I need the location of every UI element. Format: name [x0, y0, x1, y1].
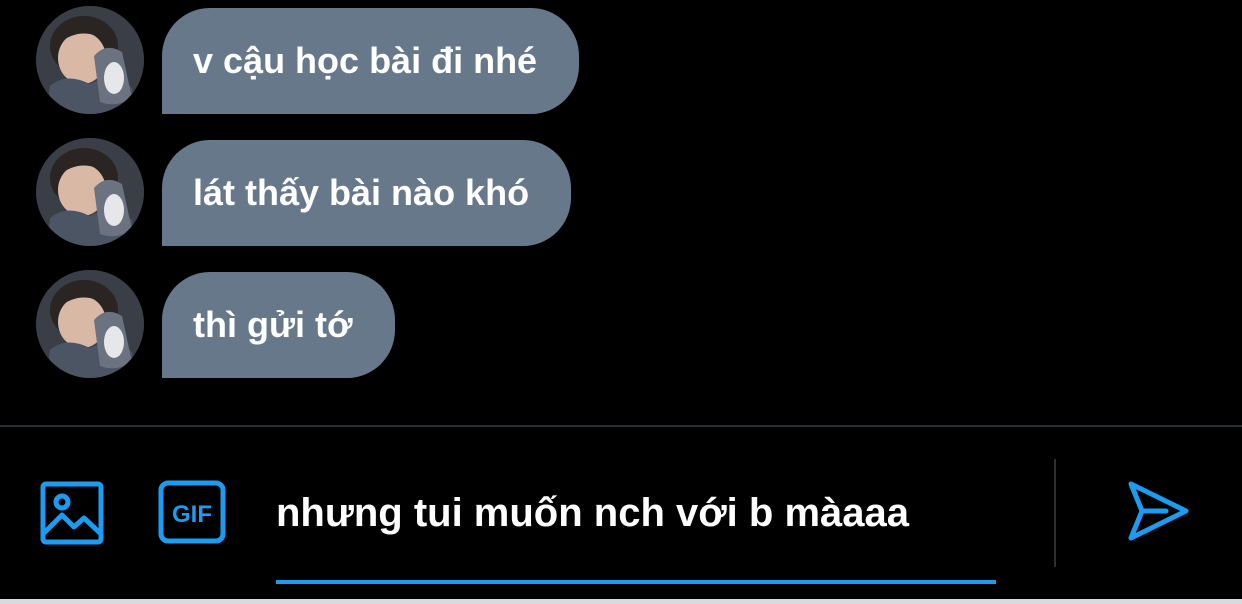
message-bubble[interactable]: thì gửi tớ — [162, 272, 395, 378]
avatar-photo — [36, 138, 144, 246]
avatar[interactable] — [36, 6, 144, 114]
message-bubble[interactable]: lát thấy bài nào khó — [162, 140, 572, 246]
bottom-edge — [0, 599, 1242, 604]
send-icon — [1128, 481, 1189, 541]
avatar-photo — [36, 270, 144, 378]
message-input[interactable]: nhưng tui muốn nch với b màaaa — [276, 477, 996, 549]
message-bubble[interactable]: v cậu học bài đi nhé — [162, 8, 580, 114]
avatar-photo — [36, 6, 144, 114]
add-media-button[interactable] — [40, 481, 104, 545]
message-row: v cậu học bài đi nhé — [0, 6, 1242, 114]
message-row: thì gửi tớ — [0, 270, 1242, 378]
avatar[interactable] — [36, 270, 144, 378]
message-thread: v cậu học bài đi nhé lát thấy bài nào kh… — [0, 0, 1242, 424]
image-icon — [40, 481, 104, 545]
message-row: lát thấy bài nào khó — [0, 138, 1242, 246]
message-composer: GIF nhưng tui muốn nch với b màaaa — [0, 427, 1242, 599]
gif-icon: GIF — [158, 480, 226, 544]
avatar[interactable] — [36, 138, 144, 246]
add-gif-button[interactable]: GIF — [158, 480, 226, 544]
send-separator — [1054, 459, 1056, 567]
input-focus-underline — [276, 580, 996, 584]
send-button[interactable] — [1126, 479, 1190, 543]
gif-label: GIF — [172, 501, 212, 528]
